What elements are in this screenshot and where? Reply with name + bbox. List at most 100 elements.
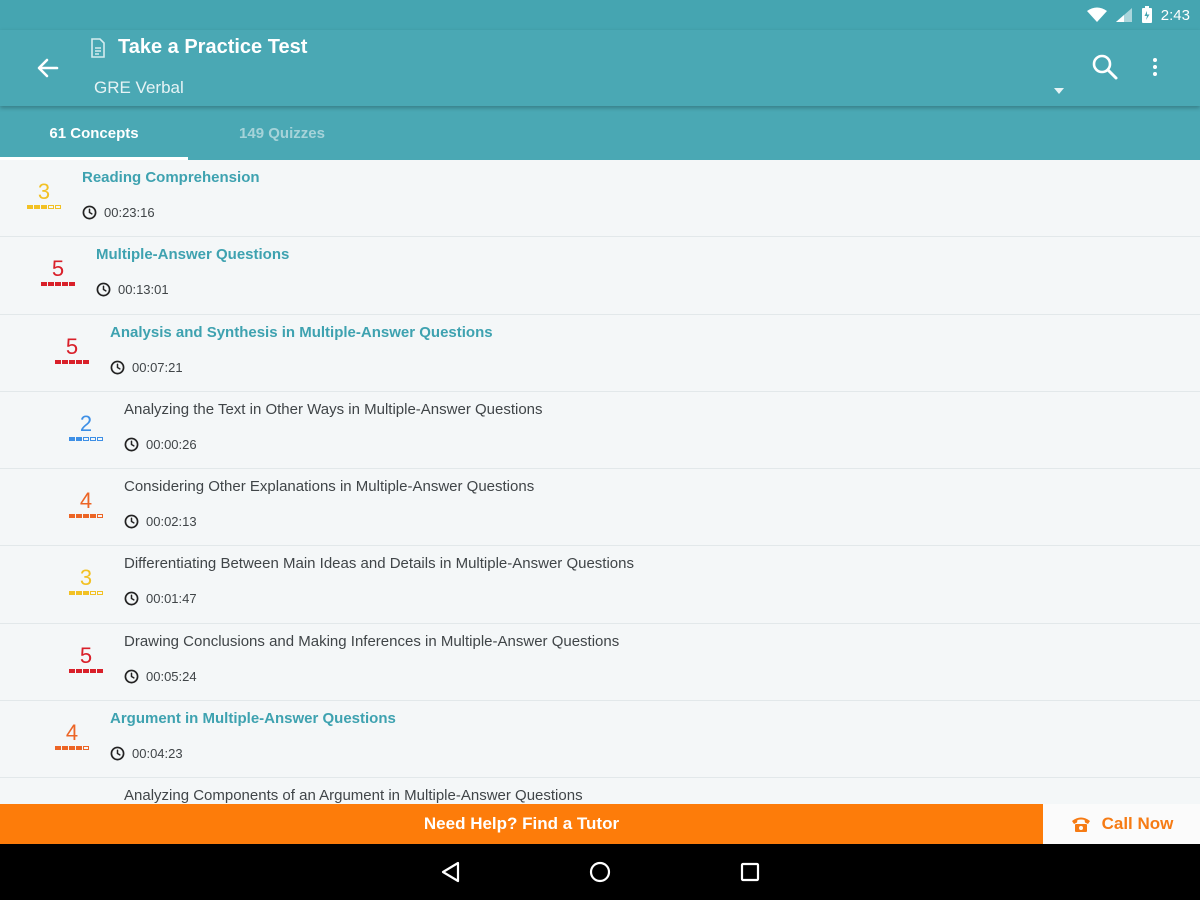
concept-title: Analyzing the Text in Other Ways in Mult… [124,400,543,418]
difficulty-segment [76,359,82,364]
find-tutor-button[interactable]: Need Help? Find a Tutor [0,804,1043,844]
difficulty-segment [76,746,82,751]
difficulty-indicator: 5 [52,333,92,364]
concept-row[interactable]: Analyzing Components of an Argument in M… [0,778,1200,804]
difficulty-segment [69,436,75,441]
clock-icon [124,514,139,529]
concept-text: Drawing Conclusions and Making Inference… [124,633,619,684]
difficulty-level: 5 [79,642,93,668]
concept-duration: 00:07:21 [110,360,493,375]
circle-home-icon [589,861,611,883]
concept-row[interactable]: 5 Analysis and Synthesis in Multiple-Answ… [0,315,1200,392]
difficulty-level: 3 [37,179,51,204]
concept-text: Argument in Multiple-Answer Questions 00:… [110,710,396,761]
clock-icon [124,669,139,684]
signal-icon [1115,8,1132,22]
difficulty-indicator: 5 [66,642,106,673]
concept-row[interactable]: 3 Reading Comprehension 00:23:16 [0,160,1200,238]
difficulty-segment [69,359,75,364]
difficulty-indicator: 3 [66,565,106,596]
concept-list[interactable]: 3 Reading Comprehension 00:23:16 5 Multiple-… [0,160,1200,804]
difficulty-bar [38,282,78,287]
difficulty-indicator: 2 [66,411,106,441]
difficulty-segment [76,436,82,441]
concept-title: Analyzing Components of an Argument in M… [124,787,583,804]
difficulty-segment [90,514,96,519]
concept-title: Reading Comprehension [82,169,260,186]
difficulty-bar [66,668,106,673]
app-bar: Take a Practice Test GRE Verbal [0,30,1200,106]
concept-duration: 00:01:47 [124,591,634,606]
duration-text: 00:04:23 [132,746,183,762]
difficulty-segment [48,205,54,209]
difficulty-segment [62,746,68,751]
phone-icon [1071,817,1090,832]
concept-text: Multiple-Answer Questions 00:13:01 [96,246,289,297]
difficulty-segment [76,591,82,596]
difficulty-segment [62,359,68,364]
concept-duration: 00:00:26 [124,437,543,452]
page-title: Take a Practice Test [118,36,308,58]
more-options-button[interactable] [1142,50,1168,84]
difficulty-segment [48,282,54,287]
difficulty-segment [83,591,89,596]
more-vert-dot [1153,65,1157,69]
arrow-left-icon [37,58,59,78]
concept-text: Analysis and Synthesis in Multiple-Answe… [110,324,493,375]
clock-icon [110,746,125,761]
difficulty-segment [69,746,75,751]
difficulty-bar [66,514,106,519]
difficulty-segment [83,514,89,519]
nav-recents-button[interactable] [675,844,825,900]
search-button[interactable] [1088,50,1122,84]
concept-row[interactable]: 4 Argument in Multiple-Answer Questions 00… [0,701,1200,779]
difficulty-segment [69,282,75,287]
difficulty-indicator: 4 [52,720,92,751]
tab-concepts[interactable]: 61 Concepts [0,106,188,160]
concept-duration: 00:04:23 [110,746,396,761]
back-button[interactable] [30,52,66,84]
difficulty-indicator: 3 [24,180,64,209]
concept-duration: 00:13:01 [96,282,289,297]
duration-text: 00:07:21 [132,359,183,375]
difficulty-level: 4 [65,720,79,746]
status-time: 2:43 [1160,6,1190,24]
difficulty-segment [27,205,33,209]
nav-back-button[interactable] [375,844,525,900]
square-recents-icon [740,862,760,882]
difficulty-segment [69,514,75,519]
battery-icon [1141,6,1152,23]
difficulty-segment [55,359,61,364]
nav-home-button[interactable] [525,844,675,900]
subject-dropdown[interactable]: GRE Verbal [94,76,1066,100]
concept-row[interactable]: 5 Multiple-Answer Questions 00:13:01 [0,237,1200,315]
difficulty-segment [97,591,103,596]
system-nav-bar [0,844,1200,900]
search-icon [1092,54,1118,80]
call-now-button[interactable]: Call Now [1043,804,1200,844]
wifi-icon [1086,7,1107,22]
difficulty-segment [62,282,68,287]
difficulty-segment [69,591,75,596]
concept-row[interactable]: 4 Considering Other Explanations in Multi… [0,469,1200,547]
concept-duration: 00:23:16 [82,205,260,220]
clock-icon [124,592,139,606]
concept-title: Drawing Conclusions and Making Inference… [124,632,620,650]
difficulty-segment [83,746,89,751]
concept-row[interactable]: 3 Differentiating Between Main Ideas and … [0,546,1200,624]
concept-title: Differentiating Between Main Ideas and D… [124,555,634,573]
difficulty-level: 3 [79,565,93,591]
difficulty-segment [34,205,40,209]
difficulty-level: 5 [65,333,79,359]
find-tutor-label: Need Help? Find a Tutor [423,814,620,833]
difficulty-segment [69,668,75,673]
concept-row[interactable]: 2 Analyzing the Text in Other Ways in Mul… [0,392,1200,470]
tab-quizzes[interactable]: 149 Quizzes [188,106,376,160]
concept-row[interactable]: 5 Drawing Conclusions and Making Inferenc… [0,624,1200,702]
concept-text: Considering Other Explanations in Multip… [124,478,534,529]
more-vert-dot [1153,72,1157,76]
more-vert-icon [1153,58,1157,62]
difficulty-bar [52,359,92,364]
concept-title: Analysis and Synthesis in Multiple-Answe… [110,323,493,341]
difficulty-segment [90,591,96,596]
